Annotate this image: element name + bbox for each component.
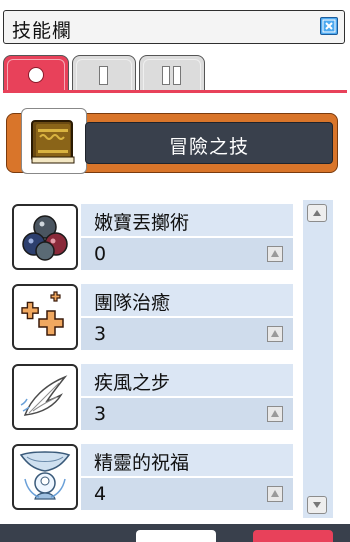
- skill-row[interactable]: 精靈的祝福 4: [8, 440, 298, 516]
- skill-name: 疾風之步: [94, 372, 171, 394]
- snail-shells-icon[interactable]: [12, 204, 78, 270]
- plus-crosses-icon[interactable]: [12, 284, 78, 350]
- scroll-down-button[interactable]: [307, 496, 327, 514]
- up-arrow-icon: [271, 250, 279, 257]
- level-up-button[interactable]: [267, 406, 283, 422]
- up-arrow-icon: [271, 490, 279, 497]
- skill-category-header: 冒險之技: [6, 108, 338, 174]
- category-title: 冒險之技: [168, 136, 249, 158]
- roman-one-icon: [99, 66, 108, 85]
- chevron-down-icon: [313, 502, 321, 508]
- up-arrow-icon: [271, 410, 279, 417]
- category-title-panel: 冒險之技: [85, 122, 333, 164]
- wing-icon[interactable]: [12, 364, 78, 430]
- title-bar[interactable]: 技能欄: [3, 10, 345, 44]
- tab-job-2[interactable]: [139, 55, 205, 91]
- tab-underline: [3, 90, 347, 93]
- window-title: 技能欄: [12, 20, 73, 42]
- bottom-button-left[interactable]: [136, 530, 216, 542]
- up-arrow-icon: [271, 330, 279, 337]
- scrollbar[interactable]: [303, 200, 333, 518]
- close-button[interactable]: [320, 17, 338, 35]
- tab-job-1[interactable]: [72, 55, 136, 91]
- skill-row[interactable]: 團隊治癒 3: [8, 280, 298, 356]
- level-up-button[interactable]: [267, 246, 283, 262]
- skill-name: 嫩寶丟擲術: [94, 212, 190, 234]
- skill-row[interactable]: 嫩寶丟擲術 0: [8, 200, 298, 276]
- skill-book-icon: [21, 108, 87, 174]
- skill-level: 3: [94, 403, 107, 425]
- skill-window: 技能欄 冒險之技 嫩寶丟擲術 0 團隊治癒 3 疾風之步 3 精靈的祝福 4: [0, 0, 350, 542]
- roman-two-icon: [162, 66, 170, 85]
- skill-level: 4: [94, 483, 107, 505]
- tab-basic[interactable]: [3, 55, 69, 91]
- skill-level: 3: [94, 323, 107, 345]
- circle-icon: [28, 67, 44, 83]
- spirit-blessing-icon[interactable]: [12, 444, 78, 510]
- skill-level: 0: [94, 243, 107, 265]
- level-up-button[interactable]: [267, 486, 283, 502]
- skill-name: 團隊治癒: [94, 292, 171, 314]
- skill-row[interactable]: 疾風之步 3: [8, 360, 298, 436]
- chevron-up-icon: [313, 210, 321, 216]
- skill-name: 精靈的祝福: [94, 452, 190, 474]
- bottom-button-right[interactable]: [253, 530, 333, 542]
- scroll-up-button[interactable]: [307, 204, 327, 222]
- close-icon: [322, 19, 336, 33]
- skill-list: 嫩寶丟擲術 0 團隊治癒 3 疾風之步 3 精靈的祝福 4: [8, 200, 300, 518]
- level-up-button[interactable]: [267, 326, 283, 342]
